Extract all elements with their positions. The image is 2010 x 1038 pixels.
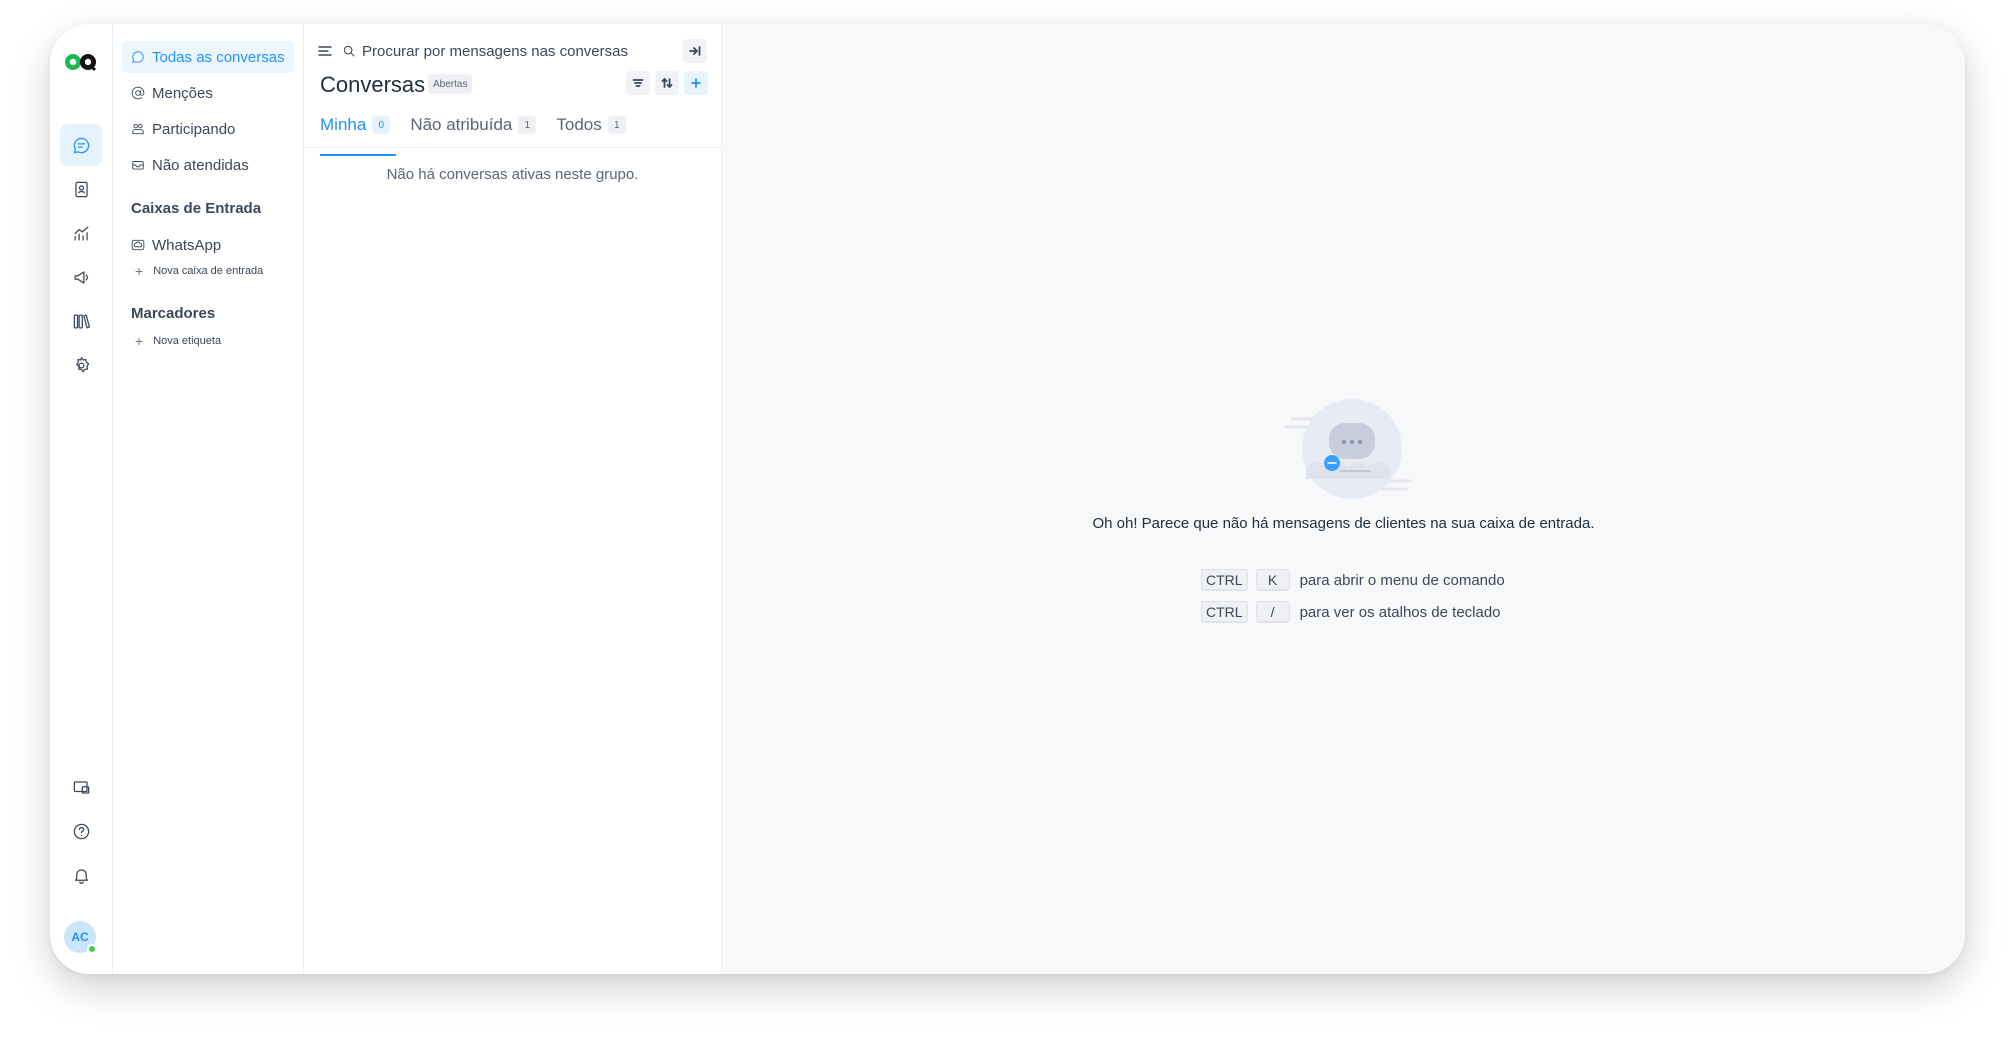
search-bar: [342, 39, 664, 63]
labels-heading: Marcadores: [131, 305, 216, 322]
contacts-icon[interactable]: [60, 168, 102, 210]
tab-count: 1: [607, 116, 626, 134]
search-icon: [343, 45, 355, 57]
notifications-icon[interactable]: [60, 854, 102, 896]
settings-icon[interactable]: [60, 344, 102, 386]
sort-icon: [661, 77, 673, 89]
sidebar-item-all-conversations[interactable]: Todas as conversas: [122, 41, 294, 73]
sidebar-item-label: Menções: [152, 84, 213, 102]
library-icon[interactable]: [60, 300, 102, 342]
reports-icon[interactable]: [60, 212, 102, 254]
at-icon: [131, 86, 145, 100]
sort-button[interactable]: [655, 71, 679, 95]
tab-label: Não atribuída: [410, 115, 513, 134]
participants-icon: [131, 122, 145, 136]
key-slash: /: [1255, 601, 1290, 623]
collapse-right-icon: [689, 46, 701, 56]
tab-count: 0: [372, 116, 391, 134]
new-label-label: Nova etiqueta: [153, 335, 222, 347]
avatar-initials: AC: [71, 930, 89, 944]
sidebar-item-label: Participando: [152, 120, 236, 138]
sidebar-item-whatsapp[interactable]: WhatsApp: [122, 229, 294, 261]
online-status-dot: [87, 944, 97, 954]
primary-nav-rail: AC: [50, 24, 113, 974]
tab-mine[interactable]: Minha 0: [320, 110, 397, 156]
plus-icon: +: [135, 263, 144, 279]
app-logo[interactable]: [64, 50, 98, 74]
menu-toggle-icon[interactable]: [318, 44, 332, 58]
dashboard-apps-icon[interactable]: [60, 766, 102, 808]
sidebar-item-unattended[interactable]: Não atendidas: [122, 149, 294, 181]
sidebar-item-label: Todas as conversas: [152, 48, 285, 66]
plus-icon: [691, 78, 701, 88]
filter-button[interactable]: [626, 71, 650, 95]
tab-count: 1: [518, 116, 537, 134]
shortcut-keyboard-help: CTRL / para ver os atalhos de teclado: [1201, 601, 1501, 623]
search-input[interactable]: [362, 42, 652, 60]
shortcut-description: para abrir o menu de comando: [1299, 571, 1505, 589]
new-inbox-label: Nova caixa de entrada: [153, 265, 264, 277]
tab-label: Todos: [556, 115, 602, 134]
key-k: K: [1255, 569, 1290, 591]
help-icon[interactable]: [60, 810, 102, 852]
plus-icon: +: [135, 333, 144, 349]
shortcut-command-menu: CTRL K para abrir o menu de comando: [1201, 569, 1505, 591]
conversation-tabs: Minha 0 Não atribuída 1 Todos 1: [320, 110, 646, 156]
tabs-divider: [304, 147, 721, 148]
sidebar-item-label: Não atendidas: [152, 156, 249, 174]
status-badge[interactable]: Abertas: [428, 74, 473, 94]
app-window: AC Todas as conversas Menções Participan…: [50, 24, 1965, 974]
empty-list-message: Não há conversas ativas neste grupo.: [386, 166, 639, 183]
collapse-panel-button[interactable]: [683, 39, 707, 63]
chat-icon: [131, 50, 145, 64]
page-title: Conversas: [320, 72, 426, 97]
campaigns-icon[interactable]: [60, 256, 102, 298]
sidebar-item-label: WhatsApp: [152, 236, 222, 254]
user-avatar[interactable]: AC: [64, 921, 97, 954]
filter-icon: [632, 79, 644, 87]
empty-state-message: Oh oh! Parece que não há mensagens de cl…: [1092, 515, 1595, 532]
tab-all[interactable]: Todos 1: [556, 110, 626, 140]
sidebar-item-participating[interactable]: Participando: [122, 113, 294, 145]
new-conversation-button[interactable]: [684, 71, 708, 95]
new-label-link[interactable]: + Nova etiqueta: [135, 333, 221, 349]
cloud-icon: [131, 238, 145, 252]
empty-inbox-illustration: [1284, 399, 1412, 499]
sidebar-item-mentions[interactable]: Menções: [122, 77, 294, 109]
conversations-icon[interactable]: [60, 124, 102, 166]
shortcut-description: para ver os atalhos de teclado: [1299, 603, 1501, 621]
mail-unread-icon: [131, 158, 145, 172]
new-inbox-link[interactable]: + Nova caixa de entrada: [135, 263, 263, 279]
conversation-list-panel: Conversas Abertas Minha 0 Não atribuída …: [304, 24, 722, 974]
key-ctrl: CTRL: [1201, 601, 1248, 623]
main-empty-state: Oh oh! Parece que não há mensagens de cl…: [722, 24, 1965, 974]
key-ctrl: CTRL: [1201, 569, 1248, 591]
secondary-sidebar: Todas as conversas Menções Participando …: [113, 24, 304, 974]
tab-label: Minha: [320, 115, 367, 134]
inboxes-heading: Caixas de Entrada: [131, 200, 262, 217]
tab-unassigned[interactable]: Não atribuída 1: [410, 110, 537, 140]
